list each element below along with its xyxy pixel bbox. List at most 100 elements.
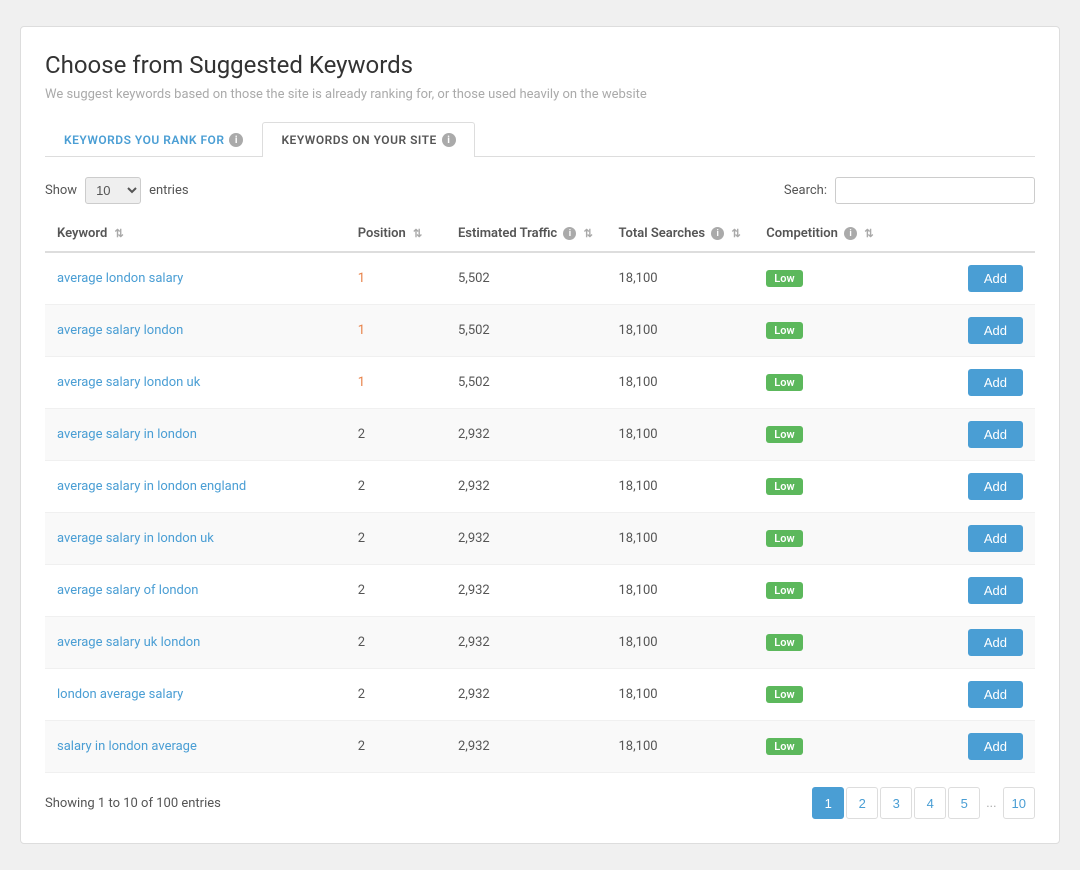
sort-searches-icon[interactable]: ⇅ <box>731 227 740 240</box>
keyword-link[interactable]: average salary uk london <box>57 635 200 650</box>
th-traffic: Estimated Traffic i ⇅ <box>446 216 607 252</box>
main-card: Choose from Suggested Keywords We sugges… <box>20 26 1060 844</box>
sort-competition-icon[interactable]: ⇅ <box>864 227 873 240</box>
sort-traffic-icon[interactable]: ⇅ <box>584 227 593 240</box>
cell-searches: 18,100 <box>607 461 755 513</box>
cell-keyword: average salary london <box>45 305 346 357</box>
add-button[interactable]: Add <box>968 629 1023 656</box>
cell-keyword: average salary in london <box>45 409 346 461</box>
cell-searches: 18,100 <box>607 617 755 669</box>
cell-action: Add <box>935 252 1035 305</box>
add-button[interactable]: Add <box>968 473 1023 500</box>
add-button[interactable]: Add <box>968 265 1023 292</box>
cell-action: Add <box>935 409 1035 461</box>
cell-keyword: average salary in london uk <box>45 513 346 565</box>
add-button[interactable]: Add <box>968 733 1023 760</box>
tab-keywords-on-site[interactable]: KEYWORDS ON YOUR SITE i <box>262 122 474 157</box>
keyword-link[interactable]: london average salary <box>57 687 183 702</box>
cell-keyword: average london salary <box>45 252 346 305</box>
table-row: london average salary 2 2,932 18,100 Low… <box>45 669 1035 721</box>
traffic-info-icon: i <box>563 227 576 240</box>
search-input[interactable] <box>835 177 1035 204</box>
cell-position: 2 <box>346 669 446 721</box>
position-value: 2 <box>358 427 365 442</box>
th-competition: Competition i ⇅ <box>754 216 934 252</box>
cell-traffic: 2,932 <box>446 409 607 461</box>
cell-action: Add <box>935 669 1035 721</box>
table-row: salary in london average 2 2,932 18,100 … <box>45 721 1035 773</box>
show-entries-control: Show 10 25 50 100 entries <box>45 177 189 204</box>
cell-position: 2 <box>346 461 446 513</box>
add-button[interactable]: Add <box>968 577 1023 604</box>
table-row: average salary of london 2 2,932 18,100 … <box>45 565 1035 617</box>
add-button[interactable]: Add <box>968 525 1023 552</box>
tab-bar: KEYWORDS YOU RANK FOR i KEYWORDS ON YOUR… <box>45 122 1035 157</box>
keyword-link[interactable]: salary in london average <box>57 739 197 754</box>
search-label: Search: <box>784 183 827 198</box>
competition-badge: Low <box>766 270 802 287</box>
cell-keyword: salary in london average <box>45 721 346 773</box>
keyword-link[interactable]: average salary london uk <box>57 375 200 390</box>
keywords-table: Keyword ⇅ Position ⇅ Estimated Traffic i… <box>45 216 1035 773</box>
searches-info-icon: i <box>711 227 724 240</box>
keyword-link[interactable]: average salary in london england <box>57 479 246 494</box>
table-row: average salary in london england 2 2,932… <box>45 461 1035 513</box>
tab-keywords-rank-for[interactable]: KEYWORDS YOU RANK FOR i <box>45 122 262 157</box>
cell-searches: 18,100 <box>607 305 755 357</box>
page-btn-3[interactable]: 3 <box>880 787 912 819</box>
add-button[interactable]: Add <box>968 681 1023 708</box>
show-label: Show <box>45 183 77 198</box>
position-value: 2 <box>358 531 365 546</box>
page-btn-2[interactable]: 2 <box>846 787 878 819</box>
sort-position-icon[interactable]: ⇅ <box>413 227 422 240</box>
page-btn-4[interactable]: 4 <box>914 787 946 819</box>
position-value: 2 <box>358 635 365 650</box>
tab-rank-for-label: KEYWORDS YOU RANK FOR <box>64 133 224 147</box>
cell-action: Add <box>935 721 1035 773</box>
page-btn-last[interactable]: 10 <box>1003 787 1035 819</box>
page-btn-5[interactable]: 5 <box>948 787 980 819</box>
cell-action: Add <box>935 617 1035 669</box>
cell-traffic: 5,502 <box>446 357 607 409</box>
keyword-link[interactable]: average salary london <box>57 323 183 338</box>
sort-keyword-icon[interactable]: ⇅ <box>115 227 124 240</box>
pagination-ellipsis: ... <box>982 796 1000 811</box>
entries-label: entries <box>149 183 189 198</box>
page-btn-1[interactable]: 1 <box>812 787 844 819</box>
competition-badge: Low <box>766 374 802 391</box>
add-button[interactable]: Add <box>968 369 1023 396</box>
table-footer: Showing 1 to 10 of 100 entries 12345...1… <box>45 787 1035 819</box>
pagination: 12345...10 <box>812 787 1035 819</box>
keyword-link[interactable]: average salary in london uk <box>57 531 214 546</box>
add-button[interactable]: Add <box>968 421 1023 448</box>
keyword-link[interactable]: average salary of london <box>57 583 198 598</box>
position-value: 1 <box>358 271 365 286</box>
page-subtitle: We suggest keywords based on those the s… <box>45 87 1035 102</box>
th-position: Position ⇅ <box>346 216 446 252</box>
cell-position: 1 <box>346 252 446 305</box>
cell-competition: Low <box>754 305 934 357</box>
cell-competition: Low <box>754 565 934 617</box>
keyword-link[interactable]: average salary in london <box>57 427 197 442</box>
cell-competition: Low <box>754 461 934 513</box>
add-button[interactable]: Add <box>968 317 1023 344</box>
entries-select[interactable]: 10 25 50 100 <box>85 177 141 204</box>
position-value: 2 <box>358 479 365 494</box>
th-searches: Total Searches i ⇅ <box>607 216 755 252</box>
competition-badge: Low <box>766 738 802 755</box>
cell-competition: Low <box>754 721 934 773</box>
keyword-link[interactable]: average london salary <box>57 271 183 286</box>
cell-traffic: 2,932 <box>446 669 607 721</box>
cell-traffic: 2,932 <box>446 461 607 513</box>
cell-position: 1 <box>346 305 446 357</box>
position-value: 2 <box>358 583 365 598</box>
cell-position: 2 <box>346 513 446 565</box>
cell-action: Add <box>935 565 1035 617</box>
cell-keyword: average salary london uk <box>45 357 346 409</box>
cell-searches: 18,100 <box>607 252 755 305</box>
cell-searches: 18,100 <box>607 565 755 617</box>
table-row: average salary in london uk 2 2,932 18,1… <box>45 513 1035 565</box>
tab-on-site-info-icon: i <box>442 133 456 147</box>
cell-keyword: average salary uk london <box>45 617 346 669</box>
position-value: 2 <box>358 687 365 702</box>
